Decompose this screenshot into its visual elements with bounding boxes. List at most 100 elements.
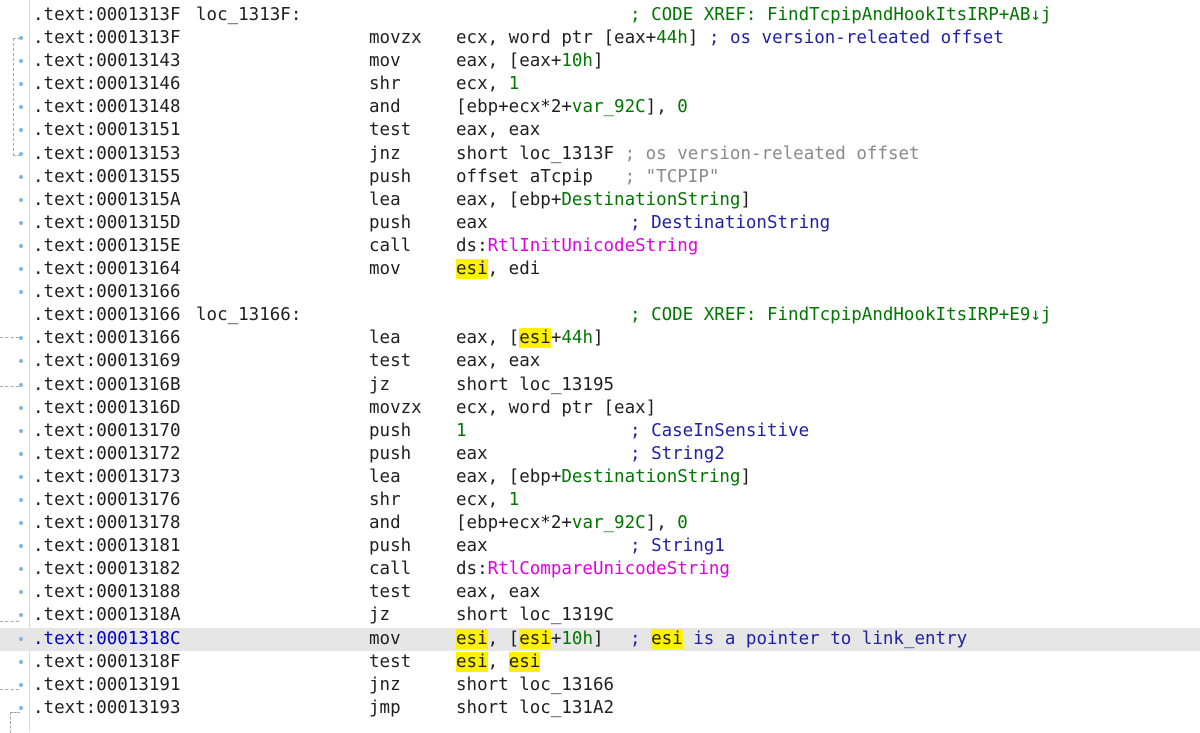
token[interactable]: ecx, word ptr [eax] bbox=[456, 398, 656, 418]
line-comment[interactable]: ; CODE XREF: FindTcpipAndHookItsIRP+E9↓j bbox=[630, 304, 1051, 327]
token[interactable]: ] bbox=[740, 190, 751, 210]
line-address[interactable]: .text:0001315D bbox=[33, 212, 181, 235]
line-address[interactable]: .text:00013164 bbox=[33, 258, 181, 281]
code-line[interactable]: .text:0001315D push eax ; DestinationString bbox=[0, 212, 1200, 235]
instruction-mnemonic[interactable]: mov bbox=[369, 258, 401, 281]
line-address[interactable]: .text:00013191 bbox=[33, 674, 181, 697]
line-address[interactable]: .text:00013148 bbox=[33, 96, 181, 119]
token[interactable]: short loc_1313F bbox=[456, 144, 625, 164]
code-line[interactable]: .text:00013166 loc_13166: ; CODE XREF: Fin… bbox=[0, 304, 1200, 327]
code-line[interactable]: .text:00013166 bbox=[0, 281, 1200, 304]
instruction-mnemonic[interactable]: push bbox=[369, 212, 411, 235]
line-address[interactable]: .text:0001313F bbox=[33, 4, 181, 27]
code-line[interactable]: .text:00013170 push 1 ; CaseInSensitive bbox=[0, 420, 1200, 443]
code-line[interactable]: .text:00013155 push offset aTcpip ; "TCPIP… bbox=[0, 166, 1200, 189]
instruction-operands[interactable]: eax, [ebp+DestinationString] bbox=[456, 189, 751, 212]
instruction-operands[interactable]: short loc_13195 bbox=[456, 374, 614, 397]
token[interactable]: ecx, bbox=[456, 74, 509, 94]
instruction-mnemonic[interactable]: jz bbox=[369, 374, 390, 397]
token[interactable]: DestinationString bbox=[561, 467, 740, 487]
token[interactable]: ; String2 bbox=[630, 444, 725, 464]
token[interactable]: RtlCompareUnicodeString bbox=[488, 559, 730, 579]
code-line[interactable]: .text:0001315E call ds:RtlInitUnicodeStrin… bbox=[0, 235, 1200, 258]
token[interactable]: 10h bbox=[561, 51, 593, 71]
token[interactable]: eax, [eax+ bbox=[456, 51, 561, 71]
token[interactable]: ; DestinationString bbox=[630, 213, 830, 233]
token[interactable]: ds: bbox=[456, 236, 488, 256]
token[interactable]: offset aTcpip bbox=[456, 167, 625, 187]
line-comment[interactable]: ; CODE XREF: FindTcpipAndHookItsIRP+AB↓j bbox=[630, 4, 1051, 27]
instruction-operands[interactable]: eax, eax bbox=[456, 350, 540, 373]
code-line[interactable]: .text:0001313F movzx ecx, word ptr [eax+44… bbox=[0, 27, 1200, 50]
code-line[interactable]: .text:00013153 jnz short loc_1313F ; os ve… bbox=[0, 143, 1200, 166]
token[interactable]: 0 bbox=[677, 97, 688, 117]
instruction-mnemonic[interactable]: jnz bbox=[369, 143, 401, 166]
line-address[interactable]: .text:0001318C bbox=[33, 628, 181, 651]
code-line[interactable]: .text:00013166 lea eax, [esi+44h] bbox=[0, 327, 1200, 350]
line-address[interactable]: .text:00013151 bbox=[33, 119, 181, 142]
instruction-operands[interactable]: ecx, 1 bbox=[456, 73, 519, 96]
line-address[interactable]: .text:0001313F bbox=[33, 27, 181, 50]
instruction-mnemonic[interactable]: push bbox=[369, 420, 411, 443]
token[interactable]: + bbox=[551, 328, 562, 348]
instruction-operands[interactable]: short loc_1319C bbox=[456, 604, 614, 627]
line-comment[interactable]: ; DestinationString bbox=[630, 212, 830, 235]
instruction-operands[interactable]: short loc_131A2 bbox=[456, 697, 614, 720]
line-address[interactable]: .text:00013193 bbox=[33, 697, 181, 720]
instruction-operands[interactable]: eax, eax bbox=[456, 119, 540, 142]
code-line[interactable]: .text:0001318F test esi, esi bbox=[0, 651, 1200, 674]
token[interactable]: short loc_13195 bbox=[456, 375, 614, 395]
token[interactable]: eax, [ebp+ bbox=[456, 467, 561, 487]
instruction-mnemonic[interactable]: test bbox=[369, 651, 411, 674]
line-address[interactable]: .text:00013169 bbox=[33, 350, 181, 373]
token[interactable]: ; os version-releated offset bbox=[625, 144, 920, 164]
token[interactable]: 1 bbox=[509, 490, 520, 510]
token[interactable]: is a pointer to link_entry bbox=[683, 629, 967, 649]
token[interactable]: eax bbox=[456, 213, 488, 233]
token[interactable]: short loc_1319C bbox=[456, 605, 614, 625]
instruction-operands[interactable]: ecx, word ptr [eax] bbox=[456, 397, 656, 420]
instruction-operands[interactable]: [ebp+ecx*2+var_92C], 0 bbox=[456, 96, 688, 119]
instruction-mnemonic[interactable]: lea bbox=[369, 327, 401, 350]
code-line[interactable]: .text:00013193 jmp short loc_131A2 bbox=[0, 697, 1200, 720]
token[interactable]: short loc_131A2 bbox=[456, 698, 614, 718]
token[interactable]: ; CaseInSensitive bbox=[630, 421, 809, 441]
line-address[interactable]: .text:00013172 bbox=[33, 443, 181, 466]
line-address[interactable]: .text:00013155 bbox=[33, 166, 181, 189]
instruction-operands[interactable]: eax, [ebp+DestinationString] bbox=[456, 466, 751, 489]
token[interactable]: [ebp+ecx*2+ bbox=[456, 513, 572, 533]
highlighted-token[interactable]: esi bbox=[651, 628, 683, 649]
token[interactable]: 1 bbox=[509, 74, 520, 94]
code-line[interactable]: .text:0001316D movzx ecx, word ptr [eax] bbox=[0, 397, 1200, 420]
highlighted-token[interactable]: esi bbox=[519, 628, 551, 649]
code-label[interactable]: loc_13166: bbox=[196, 304, 301, 327]
line-address[interactable]: .text:00013170 bbox=[33, 420, 181, 443]
token[interactable]: 0 bbox=[677, 513, 688, 533]
token[interactable]: ] bbox=[740, 467, 751, 487]
token[interactable]: ds: bbox=[456, 559, 488, 579]
instruction-operands[interactable]: ecx, word ptr [eax+44h] ; os version-rel… bbox=[456, 27, 1004, 50]
instruction-mnemonic[interactable]: push bbox=[369, 535, 411, 558]
instruction-mnemonic[interactable]: call bbox=[369, 235, 411, 258]
instruction-operands[interactable]: short loc_1313F ; os version-releated of… bbox=[456, 143, 920, 166]
instruction-operands[interactable]: ds:RtlInitUnicodeString bbox=[456, 235, 698, 258]
token[interactable]: , [ bbox=[488, 629, 520, 649]
instruction-mnemonic[interactable]: movzx bbox=[369, 27, 422, 50]
code-line[interactable]: .text:00013182 call ds:RtlCompareUnicodeSt… bbox=[0, 558, 1200, 581]
instruction-operands[interactable]: offset aTcpip ; "TCPIP" bbox=[456, 166, 719, 189]
code-line[interactable]: .text:0001318A jz short loc_1319C bbox=[0, 604, 1200, 627]
token[interactable]: 10h bbox=[561, 629, 593, 649]
instruction-mnemonic[interactable]: call bbox=[369, 558, 411, 581]
instruction-mnemonic[interactable]: test bbox=[369, 350, 411, 373]
instruction-mnemonic[interactable]: mov bbox=[369, 628, 401, 651]
token[interactable]: var_92C bbox=[572, 513, 646, 533]
token[interactable]: eax, eax bbox=[456, 582, 540, 602]
code-line[interactable]: .text:00013173 lea eax, [ebp+DestinationSt… bbox=[0, 466, 1200, 489]
token[interactable]: ecx, word ptr [eax+ bbox=[456, 28, 656, 48]
token[interactable]: eax bbox=[456, 536, 488, 556]
instruction-operands[interactable]: ecx, 1 bbox=[456, 489, 519, 512]
instruction-operands[interactable]: eax, [eax+10h] bbox=[456, 50, 604, 73]
code-line[interactable]: .text:00013172 push eax ; String2 bbox=[0, 443, 1200, 466]
instruction-mnemonic[interactable]: test bbox=[369, 119, 411, 142]
instruction-operands[interactable]: ds:RtlCompareUnicodeString bbox=[456, 558, 730, 581]
